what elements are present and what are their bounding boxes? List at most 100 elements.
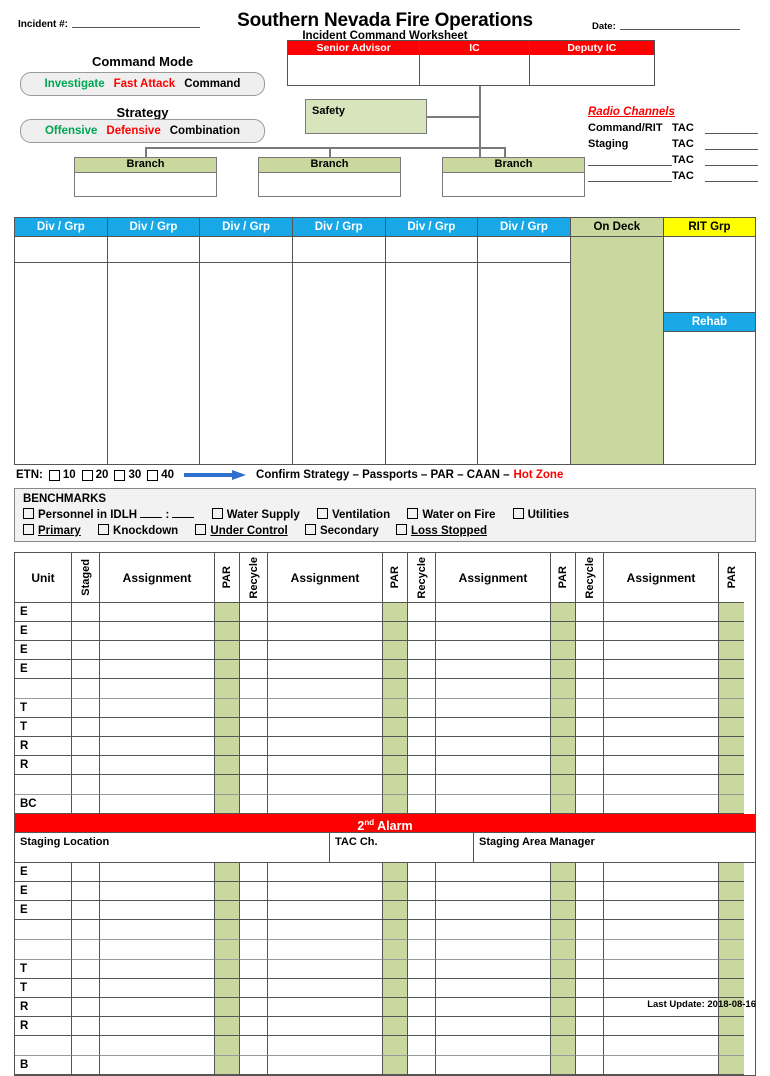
- par-cell[interactable]: [383, 737, 408, 756]
- recycle-cell[interactable]: [240, 622, 268, 641]
- assignment-cell[interactable]: [268, 940, 383, 960]
- table-row[interactable]: T: [15, 718, 755, 737]
- par-cell[interactable]: [551, 737, 576, 756]
- assignment-cell[interactable]: [604, 737, 719, 756]
- par-cell[interactable]: [215, 1036, 240, 1056]
- staged-cell[interactable]: [72, 699, 100, 718]
- assignment-cell[interactable]: [268, 1036, 383, 1056]
- recycle-cell[interactable]: [408, 679, 436, 699]
- recycle-cell[interactable]: [240, 718, 268, 737]
- assignment-cell[interactable]: [436, 699, 551, 718]
- recycle-cell[interactable]: [408, 795, 436, 814]
- par-cell[interactable]: [215, 1056, 240, 1075]
- assignment-cell[interactable]: [268, 1056, 383, 1075]
- recycle-cell[interactable]: [576, 737, 604, 756]
- recycle-cell[interactable]: [240, 679, 268, 699]
- recycle-cell[interactable]: [408, 718, 436, 737]
- recycle-cell[interactable]: [576, 775, 604, 795]
- recycle-cell[interactable]: [408, 775, 436, 795]
- assignment-cell[interactable]: [604, 1017, 719, 1036]
- par-cell[interactable]: [215, 901, 240, 920]
- benchmark-checkbox-water-supply[interactable]: [211, 508, 223, 519]
- recycle-cell[interactable]: [576, 882, 604, 901]
- recycle-cell[interactable]: [576, 960, 604, 979]
- par-cell[interactable]: [383, 882, 408, 901]
- recycle-cell[interactable]: [576, 756, 604, 775]
- assignment-cell[interactable]: [268, 795, 383, 814]
- assignment-cell[interactable]: [436, 737, 551, 756]
- assignment-cell[interactable]: [436, 863, 551, 882]
- recycle-cell[interactable]: [240, 756, 268, 775]
- assignment-cell[interactable]: [436, 920, 551, 940]
- assignment-cell[interactable]: [436, 940, 551, 960]
- entry-senior-advisor[interactable]: [288, 55, 421, 85]
- div-grp-column-6[interactable]: Div / Grp: [478, 218, 571, 464]
- assignment-cell[interactable]: [604, 679, 719, 699]
- par-cell[interactable]: [551, 718, 576, 737]
- table-row[interactable]: B: [15, 1056, 755, 1075]
- radio-channel-input-4[interactable]: [705, 170, 758, 182]
- staged-cell[interactable]: [72, 1036, 100, 1056]
- assignment-cell[interactable]: [436, 1017, 551, 1036]
- assignment-cell[interactable]: [100, 679, 215, 699]
- rit-group-column[interactable]: RIT Grp Rehab: [663, 218, 755, 464]
- assignment-cell[interactable]: [100, 1056, 215, 1075]
- assignment-cell[interactable]: [604, 699, 719, 718]
- recycle-cell[interactable]: [240, 795, 268, 814]
- assignment-cell[interactable]: [100, 1017, 215, 1036]
- par-cell[interactable]: [215, 775, 240, 795]
- assignment-cell[interactable]: [436, 756, 551, 775]
- par-cell[interactable]: [215, 1017, 240, 1036]
- table-row[interactable]: [15, 679, 755, 699]
- assignment-cell[interactable]: [268, 756, 383, 775]
- par-cell[interactable]: [551, 660, 576, 679]
- par-cell[interactable]: [215, 756, 240, 775]
- recycle-cell[interactable]: [240, 775, 268, 795]
- par-cell[interactable]: [551, 699, 576, 718]
- on-deck-column[interactable]: On Deck: [570, 218, 664, 464]
- par-cell[interactable]: [215, 737, 240, 756]
- table-row[interactable]: R: [15, 737, 755, 756]
- par-cell[interactable]: [719, 920, 744, 940]
- recycle-cell[interactable]: [408, 960, 436, 979]
- assignment-cell[interactable]: [100, 622, 215, 641]
- staged-cell[interactable]: [72, 603, 100, 622]
- staged-cell[interactable]: [72, 863, 100, 882]
- benchmark-idlh-minute-input[interactable]: [172, 508, 195, 518]
- par-cell[interactable]: [719, 718, 744, 737]
- par-cell[interactable]: [215, 699, 240, 718]
- par-cell[interactable]: [383, 718, 408, 737]
- par-cell[interactable]: [551, 641, 576, 660]
- radio-channel-input-3[interactable]: [705, 154, 758, 166]
- recycle-cell[interactable]: [240, 603, 268, 622]
- benchmark-checkbox-utilities[interactable]: [512, 508, 524, 519]
- par-cell[interactable]: [719, 622, 744, 641]
- command-mode-option-command[interactable]: Command: [184, 78, 240, 90]
- div-grp-subrow-5[interactable]: [385, 237, 478, 263]
- rit-group-body[interactable]: [663, 237, 755, 313]
- par-cell[interactable]: [719, 641, 744, 660]
- radio-channel-input-2[interactable]: [705, 138, 758, 150]
- staged-cell[interactable]: [72, 775, 100, 795]
- benchmark-checkbox-under-control[interactable]: [195, 524, 207, 535]
- benchmark-checkbox-primary[interactable]: [23, 524, 34, 535]
- recycle-cell[interactable]: [408, 622, 436, 641]
- assignment-cell[interactable]: [268, 699, 383, 718]
- recycle-cell[interactable]: [576, 660, 604, 679]
- table-row[interactable]: E: [15, 603, 755, 622]
- table-row[interactable]: [15, 920, 755, 940]
- assignment-cell[interactable]: [268, 775, 383, 795]
- par-cell[interactable]: [719, 679, 744, 699]
- par-cell[interactable]: [383, 795, 408, 814]
- assignment-cell[interactable]: [604, 1056, 719, 1075]
- par-cell[interactable]: [719, 775, 744, 795]
- assignment-cell[interactable]: [100, 960, 215, 979]
- assignment-cell[interactable]: [604, 920, 719, 940]
- recycle-cell[interactable]: [240, 940, 268, 960]
- staged-cell[interactable]: [72, 679, 100, 699]
- par-cell[interactable]: [719, 756, 744, 775]
- par-cell[interactable]: [551, 863, 576, 882]
- date-field[interactable]: Date:: [592, 20, 740, 32]
- assignment-cell[interactable]: [268, 737, 383, 756]
- par-cell[interactable]: [383, 699, 408, 718]
